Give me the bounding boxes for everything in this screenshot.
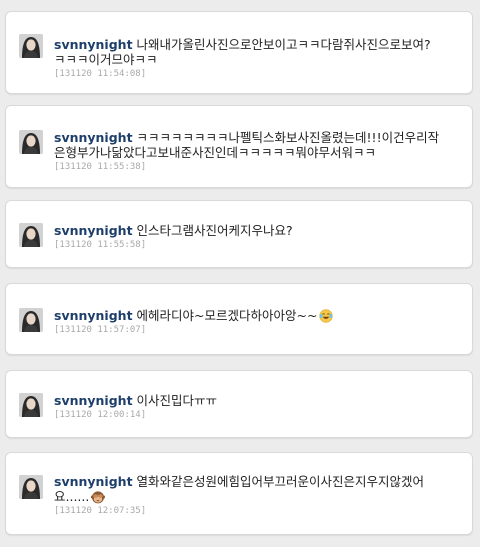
- profile-photo-icon: [19, 223, 43, 247]
- message-card: svnnynight 열화와같은성원에힘입어부끄러운이사진은지우지않겠어 요...…: [5, 452, 473, 535]
- username-link[interactable]: svnnynight: [54, 474, 133, 489]
- message-text: 나왜내가올린사진으로안보이고ㅋㅋ다람쥐사진으로보여?: [136, 37, 431, 52]
- avatar[interactable]: [19, 393, 43, 417]
- message-text: 열화와같은성원에힘입어부끄러운이사진은지우지않겠어: [136, 474, 425, 489]
- timestamp: [131120 11:57:07]: [54, 325, 147, 335]
- message-text: 인스타그램사진어케지우나요?: [136, 223, 293, 238]
- avatar[interactable]: [19, 308, 43, 332]
- timestamp: [131120 12:00:14]: [54, 410, 147, 420]
- username-link[interactable]: svnnynight: [54, 223, 133, 238]
- message-card: svnnynight ㅋㅋㅋㅋㅋㅋㅋㅋ나펠틱스화보사진올렸는데!!!이건우리작 은…: [5, 105, 473, 188]
- tears-of-joy-emoji-icon: [319, 309, 334, 323]
- message-text: 은형부가나닮았다고보내준사진인데ㅋㅋㅋㅋㅋ뭐야무서워ㅋㅋ: [54, 145, 377, 160]
- timestamp: [131120 11:55:58]: [54, 240, 147, 250]
- message-body: svnnynight 열화와같은성원에힘입어부끄러운이사진은지우지않겠어 요...…: [54, 474, 462, 517]
- message-feed: svnnynight 나왜내가올린사진으로안보이고ㅋㅋ다람쥐사진으로보여? ㅋㅋㅋ…: [0, 0, 480, 547]
- profile-photo-icon: [19, 475, 43, 499]
- message-text: 요......: [54, 489, 90, 504]
- message-body: svnnynight 나왜내가올린사진으로안보이고ㅋㅋ다람쥐사진으로보여? ㅋㅋㅋ…: [54, 37, 462, 80]
- message-text: ㅋㅋㅋ이거므야ㅋㅋ: [54, 52, 158, 67]
- see-no-evil-monkey-emoji-icon: [91, 490, 106, 504]
- avatar[interactable]: [19, 130, 43, 154]
- username-link[interactable]: svnnynight: [54, 37, 133, 52]
- profile-photo-icon: [19, 34, 43, 58]
- message-card: svnnynight 인스타그램사진어케지우나요? [131120 11:55:5…: [5, 200, 473, 268]
- message-card: svnnynight 나왜내가올린사진으로안보이고ㅋㅋ다람쥐사진으로보여? ㅋㅋㅋ…: [5, 11, 473, 94]
- timestamp: [131120 11:55:38]: [54, 162, 147, 172]
- message-card: svnnynight 이사진밉다ㅠㅠ [131120 12:00:14]: [5, 370, 473, 438]
- username-link[interactable]: svnnynight: [54, 130, 133, 145]
- message-body: svnnynight 이사진밉다ㅠㅠ [131120 12:00:14]: [54, 393, 462, 421]
- avatar[interactable]: [19, 34, 43, 58]
- timestamp: [131120 12:07:35]: [54, 506, 147, 516]
- avatar[interactable]: [19, 475, 43, 499]
- message-body: svnnynight 에헤라디야~모르겠다하아아앙~~ [131120 11:57…: [54, 308, 462, 336]
- message-text: 이사진밉다ㅠㅠ: [136, 393, 218, 408]
- profile-photo-icon: [19, 393, 43, 417]
- avatar[interactable]: [19, 223, 43, 247]
- message-card: svnnynight 에헤라디야~모르겠다하아아앙~~ [131120 11:57…: [5, 283, 473, 355]
- profile-photo-icon: [19, 308, 43, 332]
- timestamp: [131120 11:54:08]: [54, 69, 147, 79]
- username-link[interactable]: svnnynight: [54, 308, 133, 323]
- message-body: svnnynight 인스타그램사진어케지우나요? [131120 11:55:5…: [54, 223, 462, 251]
- message-text: ㅋㅋㅋㅋㅋㅋㅋㅋ나펠틱스화보사진올렸는데!!!이건우리작: [136, 130, 440, 145]
- message-body: svnnynight ㅋㅋㅋㅋㅋㅋㅋㅋ나펠틱스화보사진올렸는데!!!이건우리작 은…: [54, 130, 462, 173]
- username-link[interactable]: svnnynight: [54, 393, 133, 408]
- profile-photo-icon: [19, 130, 43, 154]
- message-text: 에헤라디야~모르겠다하아아앙~~: [136, 308, 318, 323]
